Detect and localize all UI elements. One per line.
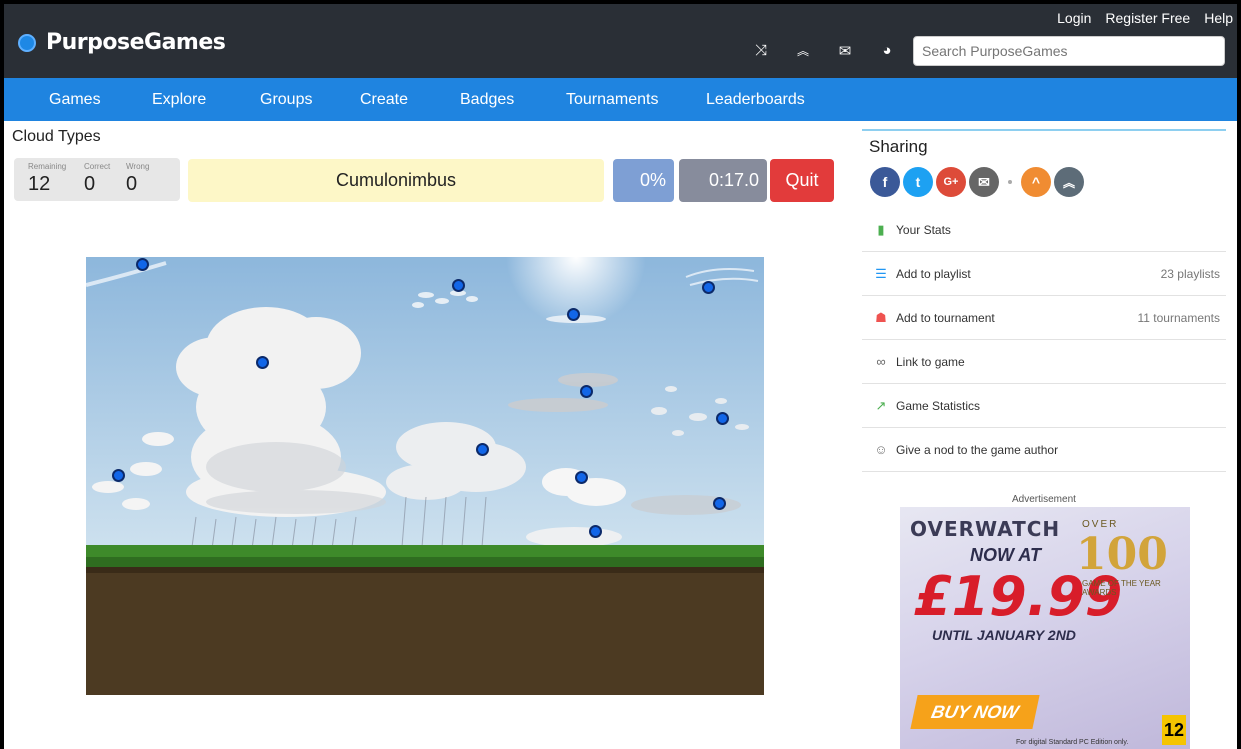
- search-input[interactable]: [913, 36, 1225, 66]
- ad-now-at: NOW AT: [970, 545, 1041, 565]
- page-frame: PurposeGames Login Register Free Help ⤨ …: [0, 0, 1241, 749]
- nav-create[interactable]: Create: [360, 91, 408, 109]
- upvote-icon[interactable]: ^: [1021, 167, 1051, 197]
- remaining-stat: Remaining 12: [28, 162, 66, 196]
- google-plus-icon[interactable]: G+: [936, 167, 966, 197]
- smile-icon: ☺: [874, 442, 888, 457]
- chevrons-up-icon[interactable]: ︽: [794, 42, 812, 60]
- sidebar-item-label: Add to tournament: [896, 310, 995, 325]
- sidebar-item-label: Give a nod to the game author: [896, 442, 1059, 457]
- mail-icon[interactable]: ✉: [836, 42, 854, 60]
- facebook-icon[interactable]: f: [870, 167, 900, 197]
- site-logo[interactable]: PurposeGames: [18, 30, 226, 55]
- wrong-label: Wrong: [126, 162, 150, 171]
- help-link[interactable]: Help: [1204, 10, 1233, 26]
- drop-pin[interactable]: [136, 258, 149, 271]
- correct-label: Correct: [84, 162, 111, 171]
- drop-pin[interactable]: [702, 281, 715, 294]
- email-icon[interactable]: ✉: [969, 167, 999, 197]
- logo-text: PurposeGames: [46, 30, 226, 55]
- quit-button[interactable]: Quit: [770, 159, 834, 202]
- shuffle-icon[interactable]: ⤨: [752, 42, 770, 60]
- separator-dot: [1008, 180, 1012, 184]
- drop-pin[interactable]: [713, 497, 726, 510]
- tournament-icon: ☗: [875, 309, 887, 325]
- game-board: [86, 257, 764, 695]
- drop-pin[interactable]: [575, 471, 588, 484]
- cloud-scene-illustration: [86, 257, 764, 695]
- age-rating-badge: 12: [1162, 715, 1186, 745]
- login-link[interactable]: Login: [1057, 10, 1091, 26]
- twitter-icon[interactable]: t: [903, 167, 933, 197]
- drop-pin[interactable]: [716, 412, 729, 425]
- score-panel: Remaining 12 Correct 0 Wrong 0: [14, 158, 180, 201]
- share-buttons: f t G+ ✉ ^ ︽: [870, 167, 1084, 197]
- nav-tournaments[interactable]: Tournaments: [566, 91, 659, 109]
- nav-badges[interactable]: Badges: [460, 91, 514, 109]
- sidebar-item-link-to-game[interactable]: ∞ Link to game: [862, 340, 1226, 384]
- remaining-value: 12: [28, 173, 51, 195]
- game-title: Cloud Types: [12, 128, 101, 145]
- advertisement-banner[interactable]: OVERWATCH NOW AT £19.99 UNTIL JANUARY 2N…: [900, 507, 1190, 749]
- sidebar-item-add-to-tournament[interactable]: ☗ Add to tournament 11 tournaments: [862, 296, 1226, 340]
- bar-chart-icon: ▮: [877, 221, 885, 237]
- nav-groups[interactable]: Groups: [260, 91, 312, 109]
- sidebar-item-label: Game Statistics: [896, 398, 981, 413]
- ad-fine-print: For digital Standard PC Edition only.: [1016, 739, 1129, 746]
- main-nav: Games Explore Groups Create Badges Tourn…: [4, 78, 1237, 121]
- sidebar-divider: [862, 129, 1226, 131]
- question-prompt: Cumulonimbus: [188, 159, 604, 202]
- sidebar-item-give-a-nod[interactable]: ☺ Give a nod to the game author: [862, 428, 1226, 472]
- drop-pin[interactable]: [452, 279, 465, 292]
- drop-pin[interactable]: [112, 469, 125, 482]
- ad-awards-count: 100: [1076, 529, 1168, 580]
- account-links: Login Register Free Help: [1057, 10, 1233, 26]
- drop-pin[interactable]: [256, 356, 269, 369]
- ad-awards-text: GAME OF THE YEAR AWARDS: [1082, 579, 1161, 597]
- nav-explore[interactable]: Explore: [152, 91, 206, 109]
- sidebar-item-your-stats[interactable]: ▮ Your Stats: [862, 208, 1226, 252]
- globe-icon[interactable]: ◕: [878, 42, 896, 60]
- sharing-title: Sharing: [869, 137, 928, 156]
- remaining-label: Remaining: [28, 162, 67, 171]
- ad-buy-now-button[interactable]: BUY NOW: [910, 695, 1040, 729]
- tournament-count: 11 tournaments: [1137, 310, 1221, 325]
- sidebar-item-add-to-playlist[interactable]: ☰ Add to playlist 23 playlists: [862, 252, 1226, 296]
- top-bar: PurposeGames Login Register Free Help ⤨ …: [4, 4, 1237, 78]
- wrong-value: 0: [126, 173, 138, 195]
- nav-leaderboards[interactable]: Leaderboards: [706, 91, 805, 109]
- logo-dot-icon: [18, 33, 36, 52]
- correct-stat: Correct 0: [84, 162, 110, 196]
- drop-pin[interactable]: [476, 443, 489, 456]
- correct-value: 0: [84, 173, 96, 195]
- drop-pin[interactable]: [589, 525, 602, 538]
- ad-brand: OVERWATCH: [910, 517, 1061, 541]
- ad-until: UNTIL JANUARY 2ND: [932, 627, 1076, 643]
- wrong-stat: Wrong 0: [126, 162, 149, 196]
- sidebar-item-label: Add to playlist: [896, 266, 971, 281]
- playlist-icon: ☰: [875, 265, 887, 281]
- double-up-icon[interactable]: ︽: [1054, 167, 1084, 197]
- drop-pin[interactable]: [567, 308, 580, 321]
- percent-score: 0%: [613, 159, 674, 202]
- trend-icon: ↗: [875, 397, 887, 413]
- sidebar-item-label: Your Stats: [896, 222, 951, 237]
- sidebar-item-label: Link to game: [896, 354, 965, 369]
- advertisement-label: Advertisement: [1012, 494, 1076, 505]
- link-icon: ∞: [876, 354, 886, 369]
- game-timer: 0:17.0: [679, 159, 767, 202]
- nav-games[interactable]: Games: [49, 91, 101, 109]
- header-icons: ⤨ ︽ ✉ ◕: [752, 42, 896, 60]
- drop-pin[interactable]: [580, 385, 593, 398]
- playlist-count: 23 playlists: [1160, 266, 1220, 281]
- register-link[interactable]: Register Free: [1105, 10, 1190, 26]
- sidebar-item-game-statistics[interactable]: ↗ Game Statistics: [862, 384, 1226, 428]
